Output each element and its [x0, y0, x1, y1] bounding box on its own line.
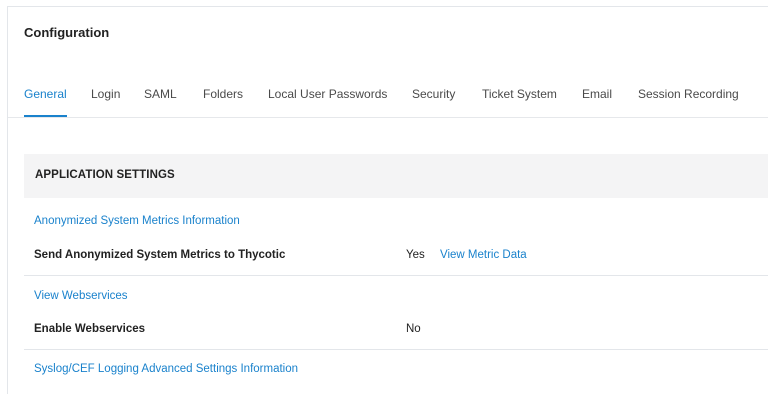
metrics-setting-value: Yes	[406, 249, 425, 261]
tab-security[interactable]: Security	[412, 87, 455, 117]
webservices-setting-label: Enable Webservices	[34, 323, 146, 335]
view-webservices-link[interactable]: View Webservices	[34, 290, 128, 302]
tab-saml[interactable]: SAML	[144, 87, 177, 117]
configuration-panel: Configuration General Login SAML Folders…	[7, 6, 768, 394]
row-divider	[24, 349, 768, 350]
tab-login[interactable]: Login	[91, 87, 120, 117]
webservices-setting-value: No	[406, 323, 421, 335]
row-divider	[24, 275, 768, 276]
tab-session-recording[interactable]: Session Recording	[638, 87, 739, 117]
section-title: APPLICATION SETTINGS	[35, 169, 175, 181]
tab-bar: General Login SAML Folders Local User Pa…	[8, 87, 768, 118]
syslog-info-link[interactable]: Syslog/CEF Logging Advanced Settings Inf…	[34, 363, 298, 375]
application-settings-header: APPLICATION SETTINGS	[24, 154, 768, 198]
metrics-info-link[interactable]: Anonymized System Metrics Information	[34, 215, 240, 227]
tab-email[interactable]: Email	[582, 87, 612, 117]
tab-local-user-passwords[interactable]: Local User Passwords	[268, 87, 387, 117]
tab-ticket-system[interactable]: Ticket System	[482, 87, 557, 117]
view-metric-data-link[interactable]: View Metric Data	[440, 249, 527, 261]
metrics-setting-label: Send Anonymized System Metrics to Thycot…	[34, 249, 286, 261]
page-title: Configuration	[24, 25, 110, 40]
tab-folders[interactable]: Folders	[203, 87, 243, 117]
tab-general[interactable]: General	[24, 87, 67, 117]
